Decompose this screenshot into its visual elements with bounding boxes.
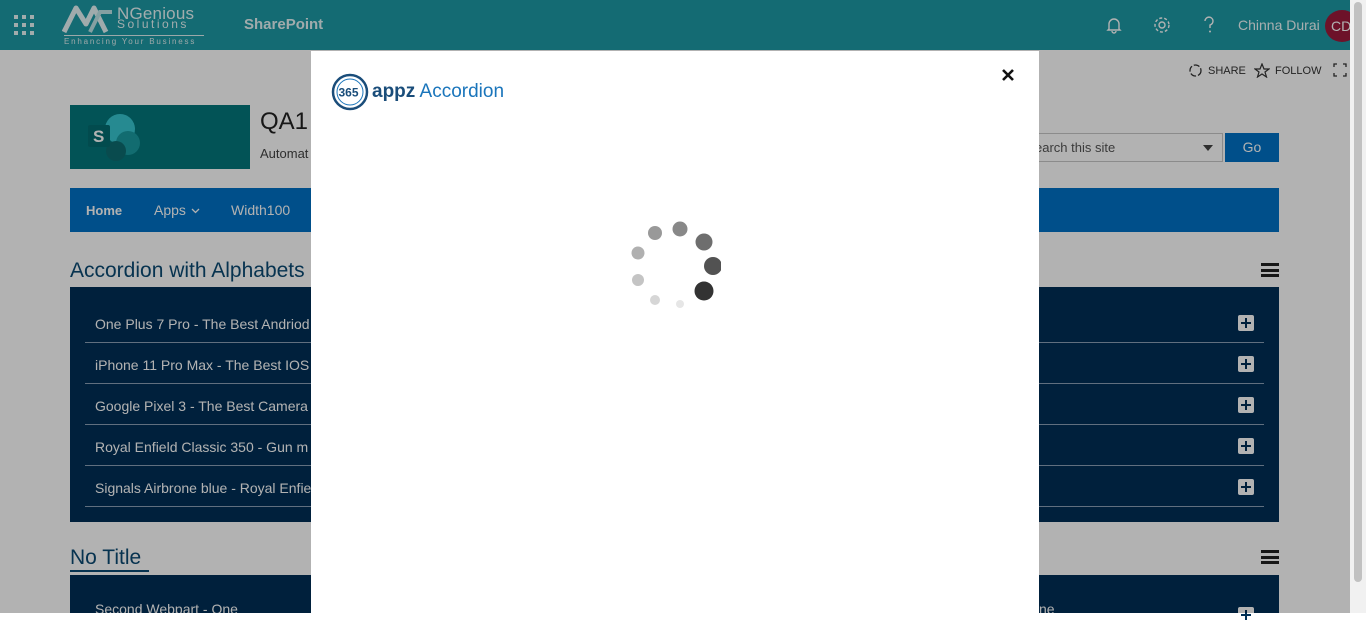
page-scrollbar[interactable] bbox=[1350, 0, 1366, 613]
brand-product: Accordion bbox=[419, 81, 505, 102]
close-button[interactable] bbox=[999, 67, 1017, 85]
loading-dialog: 365 appz Accordion bbox=[311, 51, 1039, 613]
brand-title: appz Accordion bbox=[372, 81, 504, 103]
brand-badge-text: 365 bbox=[339, 86, 359, 100]
scrollbar-thumb[interactable] bbox=[1354, 2, 1362, 582]
365-badge-icon: 365 bbox=[331, 73, 369, 111]
close-icon bbox=[1002, 69, 1014, 81]
brand-app: appz bbox=[372, 81, 416, 102]
loading-spinner-icon bbox=[631, 221, 721, 308]
